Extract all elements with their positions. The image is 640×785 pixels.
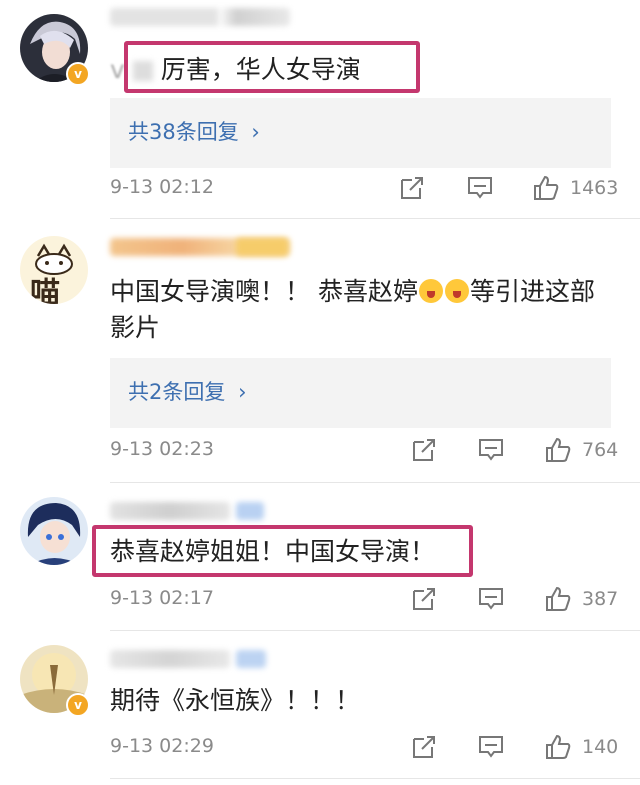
comment-meta: 9-13 02:23 764	[0, 436, 640, 466]
comment-time: 9-13 02:29	[110, 735, 214, 757]
divider	[110, 482, 640, 483]
divider	[110, 218, 640, 219]
reply-summary[interactable]: 共38条回复 ›	[110, 98, 611, 168]
reply-count-link[interactable]: 共2条回复 ›	[128, 376, 246, 406]
like-count: 1463	[570, 177, 619, 199]
divider	[110, 778, 640, 779]
thumbs-up-icon[interactable]	[544, 585, 572, 613]
comment-icon[interactable]	[477, 436, 505, 464]
comment-meta: 9-13 02:29 140	[0, 733, 640, 763]
username-blurred[interactable]	[110, 650, 230, 668]
like-count: 140	[582, 736, 619, 758]
verified-badge-icon: v	[66, 62, 90, 86]
comment-icon[interactable]	[477, 733, 505, 761]
highlight-box	[92, 525, 473, 577]
comment-meta: 9-13 02:12 1463	[0, 174, 640, 204]
verified-badge-icon: v	[66, 693, 90, 717]
chevron-right-icon: ›	[251, 120, 260, 144]
comment-text: 期待《永恒族》！！！	[110, 686, 361, 715]
highlight-box	[124, 41, 420, 93]
comment-icon[interactable]	[477, 585, 505, 613]
avatar[interactable]: 喵	[20, 236, 88, 304]
comment-time: 9-13 02:17	[110, 587, 214, 609]
username-blurred[interactable]	[110, 8, 290, 26]
comment-prefix: v	[110, 55, 125, 84]
comment-meta: 9-13 02:17 387	[0, 585, 640, 615]
comment-text: 中国女导演噢！！ 恭喜赵婷 等引进这部影片	[110, 277, 595, 342]
comment-time: 9-13 02:23	[110, 438, 214, 460]
thumbs-up-icon[interactable]	[544, 436, 572, 464]
reply-summary[interactable]: 共2条回复 ›	[110, 358, 611, 428]
reply-count-link[interactable]: 共38条回复 ›	[128, 116, 260, 146]
badge-blurred	[236, 238, 288, 256]
share-icon[interactable]	[410, 585, 438, 613]
divider	[110, 630, 640, 631]
like-count: 387	[582, 588, 619, 610]
avatar[interactable]	[20, 497, 88, 565]
like-count: 764	[582, 439, 619, 461]
chevron-right-icon: ›	[238, 380, 247, 404]
share-icon[interactable]	[410, 436, 438, 464]
share-icon[interactable]	[398, 174, 426, 202]
username-blurred[interactable]	[110, 502, 230, 520]
cry-emoji-icon	[444, 279, 469, 303]
comment-time: 9-13 02:12	[110, 176, 214, 198]
comment-icon[interactable]	[466, 174, 494, 202]
thumbs-up-icon[interactable]	[544, 733, 572, 761]
badge-blurred	[236, 650, 266, 668]
badge-blurred	[236, 502, 264, 520]
share-icon[interactable]	[410, 733, 438, 761]
cry-emoji-icon	[418, 279, 443, 303]
thumbs-up-icon[interactable]	[532, 174, 560, 202]
avatar-text: 喵	[30, 276, 60, 304]
